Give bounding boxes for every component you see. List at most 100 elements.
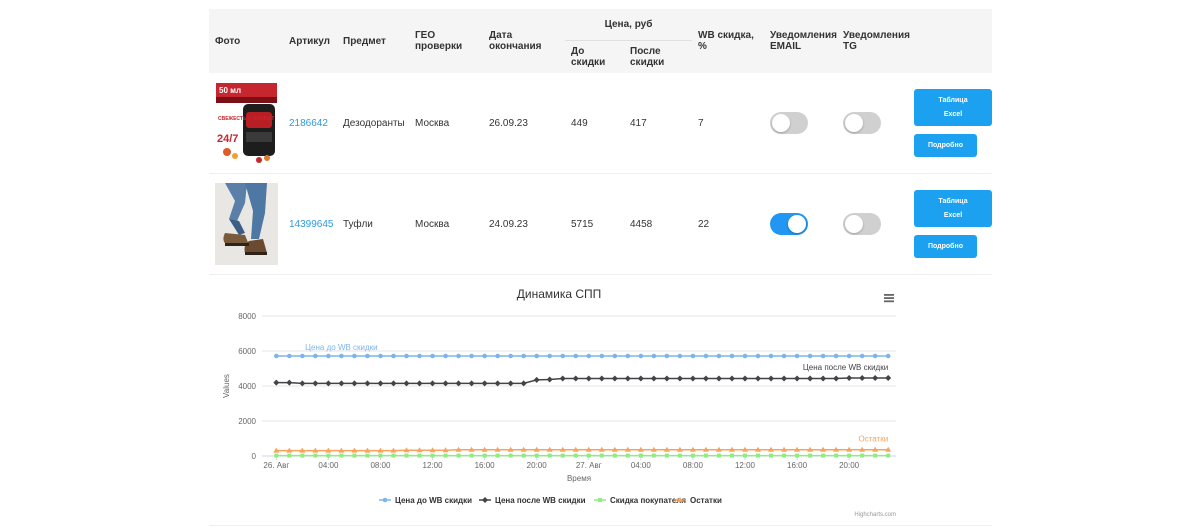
data-point bbox=[586, 453, 591, 458]
data-point bbox=[573, 453, 578, 458]
legend-item[interactable]: Цена до WB скидки bbox=[379, 496, 472, 505]
data-point bbox=[625, 453, 630, 458]
x-tick-label: 04:00 bbox=[631, 461, 652, 470]
data-point bbox=[339, 453, 344, 458]
x-tick-label: 08:00 bbox=[683, 461, 704, 470]
data-point bbox=[456, 353, 461, 359]
col-price-before: До скидки bbox=[565, 40, 624, 73]
data-point bbox=[729, 353, 735, 359]
data-point bbox=[847, 453, 852, 458]
col-photo: Фото bbox=[209, 9, 283, 73]
toggle-knob bbox=[788, 215, 806, 233]
email-notify-toggle[interactable] bbox=[770, 112, 808, 134]
data-point bbox=[756, 453, 761, 458]
data-point bbox=[390, 380, 397, 387]
legend-label: Цена до WB скидки bbox=[395, 496, 472, 505]
data-point bbox=[507, 380, 514, 387]
data-point bbox=[638, 353, 644, 359]
price-before-cell: 449 bbox=[565, 73, 624, 174]
data-point bbox=[846, 353, 852, 359]
chart-credit[interactable]: Highcharts.com bbox=[854, 512, 896, 518]
data-point bbox=[352, 453, 357, 458]
legend-item[interactable]: Скидка покупателя bbox=[594, 496, 686, 505]
sku-link[interactable]: 2186642 bbox=[289, 118, 328, 129]
data-point bbox=[664, 353, 670, 359]
photo-text-volume: 50 мл bbox=[219, 86, 241, 95]
data-point bbox=[494, 380, 501, 387]
sku-cell: 14399645 bbox=[283, 173, 337, 275]
data-point bbox=[326, 453, 331, 458]
data-point bbox=[300, 353, 305, 359]
y-tick-label: 2000 bbox=[238, 417, 256, 426]
data-point bbox=[846, 374, 853, 381]
data-point bbox=[690, 353, 696, 359]
data-point bbox=[768, 353, 774, 359]
data-point bbox=[521, 353, 526, 359]
details-button[interactable]: Подробно bbox=[914, 134, 977, 157]
legend-item[interactable]: Цена после WB скидки bbox=[479, 496, 586, 505]
data-point bbox=[364, 380, 371, 387]
data-point bbox=[650, 375, 657, 382]
data-point bbox=[430, 453, 435, 458]
data-point bbox=[742, 453, 747, 458]
item-cell: Туфли bbox=[337, 173, 409, 275]
products-table-wrap: Фото Артикул Предмет ГЕО проверки Дата о… bbox=[209, 9, 992, 275]
data-point bbox=[338, 380, 345, 387]
data-point bbox=[521, 453, 526, 458]
data-point bbox=[677, 353, 683, 359]
data-point bbox=[833, 375, 840, 382]
data-point bbox=[886, 453, 891, 458]
chart-svg: Динамика СПП 0 2000 4000 6000 8000 26. Авг 04… bbox=[222, 287, 896, 518]
toggle-knob bbox=[845, 114, 863, 132]
toggle-knob bbox=[845, 215, 863, 233]
tg-notify-toggle[interactable] bbox=[843, 213, 881, 235]
col-notify-tg-line2: TG bbox=[843, 41, 857, 52]
actions-cell: Таблица Excel Подробно bbox=[908, 173, 992, 275]
chart-title: Динамика СПП bbox=[517, 287, 602, 301]
price-before-cell: 5715 bbox=[565, 173, 624, 275]
data-point bbox=[534, 353, 539, 359]
tg-notify-toggle[interactable] bbox=[843, 112, 881, 134]
data-point bbox=[273, 379, 280, 386]
details-button[interactable]: Подробно bbox=[914, 235, 977, 258]
data-point bbox=[377, 380, 384, 387]
data-point bbox=[599, 453, 604, 458]
data-point bbox=[429, 380, 436, 387]
item-cell: Дезодоранты bbox=[337, 73, 409, 174]
data-point bbox=[533, 376, 540, 383]
data-point bbox=[820, 375, 827, 382]
data-point bbox=[274, 453, 279, 458]
data-point bbox=[768, 375, 775, 382]
data-point bbox=[807, 353, 813, 359]
data-point bbox=[795, 453, 800, 458]
data-point bbox=[508, 353, 513, 359]
data-point bbox=[352, 353, 357, 359]
data-point bbox=[794, 353, 800, 359]
toggle-knob bbox=[772, 114, 790, 132]
data-point bbox=[703, 353, 709, 359]
data-point bbox=[560, 453, 565, 458]
sku-link[interactable]: 14399645 bbox=[289, 219, 334, 230]
data-point bbox=[651, 353, 657, 359]
data-point bbox=[560, 353, 566, 359]
data-point bbox=[585, 375, 592, 382]
data-point bbox=[286, 379, 293, 386]
data-point bbox=[482, 497, 488, 503]
sku-cell: 2186642 bbox=[283, 73, 337, 174]
data-point bbox=[508, 453, 513, 458]
data-point bbox=[690, 453, 695, 458]
legend-label: Остатки bbox=[690, 496, 722, 505]
data-point bbox=[482, 353, 487, 359]
chart-menu-icon[interactable] bbox=[883, 292, 895, 304]
photo-text-247: 24/7 bbox=[217, 133, 238, 145]
data-point bbox=[860, 453, 865, 458]
email-notify-toggle[interactable] bbox=[770, 213, 808, 235]
data-point bbox=[481, 380, 488, 387]
excel-table-button[interactable]: Таблица Excel bbox=[914, 89, 992, 126]
excel-table-button[interactable]: Таблица Excel bbox=[914, 190, 992, 227]
series-label: Цена до WB скидки bbox=[305, 343, 378, 352]
data-point bbox=[403, 380, 410, 387]
data-point bbox=[873, 453, 878, 458]
data-point bbox=[287, 453, 292, 458]
data-point bbox=[638, 453, 643, 458]
